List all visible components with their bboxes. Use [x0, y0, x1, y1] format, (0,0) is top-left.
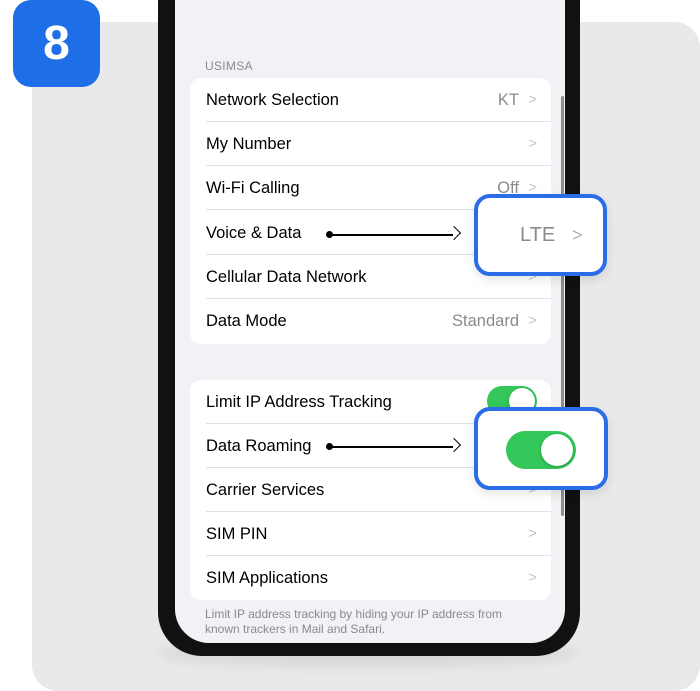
row-data-mode[interactable]: Data Mode Standard > [190, 299, 551, 343]
arrow-right-icon [326, 437, 462, 456]
arrow-head [446, 225, 462, 241]
voice-data-callout[interactable]: LTE > [474, 194, 607, 276]
row-label: My Number [206, 135, 292, 153]
chevron-right-icon: > [528, 525, 537, 542]
arrow-line [330, 446, 453, 448]
chevron-right-icon: > [528, 312, 537, 329]
row-sim-pin[interactable]: SIM PIN > [190, 512, 551, 556]
row-value: Standard [452, 312, 519, 330]
arrow-line [330, 234, 453, 236]
row-label: Data Roaming [206, 437, 312, 455]
step-badge: 8 [13, 0, 100, 87]
row-label: Cellular Data Network [206, 268, 367, 286]
footer-description: Limit IP address tracking by hiding your… [205, 607, 503, 636]
row-label: Network Selection [206, 91, 339, 109]
row-label: SIM PIN [206, 525, 268, 543]
row-network-selection[interactable]: Network Selection KT > [190, 78, 551, 122]
row-sim-applications[interactable]: SIM Applications > [190, 556, 551, 600]
row-label: Limit IP Address Tracking [206, 393, 392, 411]
row-label: Data Mode [206, 312, 287, 330]
data-roaming-callout [474, 407, 608, 490]
data-roaming-toggle[interactable] [506, 431, 576, 469]
chevron-right-icon: > [572, 225, 583, 245]
row-label: Voice & Data [206, 224, 302, 242]
row-my-number[interactable]: My Number > [190, 122, 551, 166]
chevron-right-icon: > [528, 135, 537, 152]
arrow-right-icon [326, 225, 462, 244]
row-label: SIM Applications [206, 569, 328, 587]
chevron-right-icon: > [528, 91, 537, 108]
toggle-knob [541, 434, 573, 466]
voice-data-value: LTE [520, 224, 556, 246]
row-value: KT [497, 91, 519, 109]
section-header: USIMSA [205, 59, 253, 73]
chevron-right-icon: > [528, 569, 537, 586]
row-label: Carrier Services [206, 481, 325, 499]
arrow-head [446, 437, 462, 453]
row-label: Wi-Fi Calling [206, 179, 300, 197]
